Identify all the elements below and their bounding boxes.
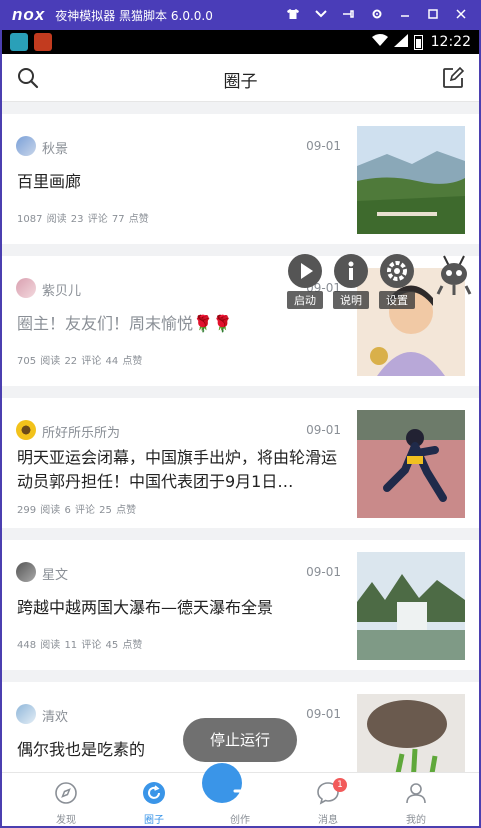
post-stats: 1087 阅读 23 评论 77 点赞 — [17, 214, 149, 225]
status-time: 12:22 — [430, 34, 471, 50]
battery-icon — [413, 34, 423, 50]
post-stats: 705 阅读 22 评论 44 点赞 — [17, 356, 143, 367]
tab-mine[interactable]: 我的 — [381, 773, 451, 826]
post-stats: 448 阅读 11 评论 45 点赞 — [17, 640, 143, 651]
help-label[interactable]: 说明 — [333, 291, 369, 309]
post-title[interactable]: 明天亚运会闭幕，中国旗手出炉，将由轮滑运动员郭丹担任！中国代表团于9月1日… — [17, 446, 347, 494]
minimize-icon[interactable] — [391, 8, 419, 23]
tab-label: 创作 — [230, 815, 250, 826]
post-author[interactable]: 星文 — [42, 564, 68, 583]
post-card[interactable]: 秋景 09-01 百里画廊 1087 阅读 23 评论 77 点赞 — [2, 114, 479, 244]
wifi-icon — [371, 34, 388, 50]
post-author[interactable]: 紫贝儿 — [42, 280, 81, 299]
emulator-logo: nox — [12, 5, 46, 24]
post-author[interactable]: 清欢 — [42, 706, 68, 725]
post-title[interactable]: 跨越中越两国大瀑布—德天瀑布全景 — [17, 596, 347, 620]
avatar[interactable] — [16, 562, 36, 582]
post-card[interactable]: 所好所乐所为 09-01 明天亚运会闭幕，中国旗手出炉，将由轮滑运动员郭丹担任！… — [2, 398, 479, 528]
message-count-badge: 1 — [333, 778, 347, 792]
post-title[interactable]: 圈主！友友们！周末愉悦🌹🌹 — [17, 312, 347, 336]
avatar[interactable] — [16, 136, 36, 156]
emulator-title: 夜神模拟器 黑猫脚本 6.0.0.0 — [55, 8, 213, 23]
avatar[interactable] — [16, 420, 36, 440]
pin-icon[interactable] — [335, 8, 363, 23]
post-author[interactable]: 秋景 — [42, 138, 68, 157]
edit-icon[interactable] — [441, 66, 465, 90]
chevron-down-icon[interactable] — [307, 8, 335, 22]
tab-label: 圈子 — [144, 815, 164, 826]
gear-icon[interactable] — [363, 8, 391, 23]
stop-running-button[interactable]: 停止运行 — [183, 718, 297, 762]
signal-icon — [393, 34, 408, 50]
post-card[interactable]: 星文 09-01 跨越中越两国大瀑布—德天瀑布全景 448 阅读 11 评论 4… — [2, 540, 479, 670]
app-notification-icon — [34, 33, 52, 51]
post-author[interactable]: 所好所乐所为 — [42, 422, 120, 441]
ant-icon[interactable] — [434, 254, 474, 296]
post-date: 09-01 — [306, 423, 341, 437]
post-date: 09-01 — [306, 707, 341, 721]
tab-discover[interactable]: 发现 — [31, 773, 101, 826]
start-label[interactable]: 启动 — [287, 291, 323, 309]
post-stats: 299 阅读 6 评论 25 点赞 — [17, 505, 137, 516]
post-date: 09-01 — [306, 139, 341, 153]
info-icon[interactable] — [334, 254, 368, 288]
app-notification-icon — [10, 33, 28, 51]
emulator-title-bar: nox 夜神模拟器 黑猫脚本 6.0.0.0 — [0, 0, 481, 30]
tab-create[interactable]: 创作 — [202, 763, 275, 826]
tab-circle[interactable]: 圈子 — [119, 773, 189, 826]
emulator-controls — [279, 0, 475, 30]
post-thumbnail[interactable] — [357, 552, 465, 660]
play-icon[interactable] — [288, 254, 322, 288]
status-bar: 12:22 — [2, 30, 479, 54]
avatar[interactable] — [16, 278, 36, 298]
app-header: 圈子 — [2, 54, 479, 102]
post-thumbnail[interactable] — [357, 410, 465, 518]
post-title[interactable]: 偶尔我也是吃素的 — [17, 738, 347, 762]
circle-icon — [143, 782, 165, 804]
page-title: 圈子 — [223, 72, 258, 92]
compass-icon — [55, 782, 77, 804]
tab-label: 发现 — [56, 815, 76, 826]
avatar[interactable] — [16, 704, 36, 724]
bottom-tab-bar: 发现 圈子 创作 1 消息 我的 — [2, 763, 479, 826]
plus-icon — [202, 763, 257, 803]
shirt-icon[interactable] — [279, 8, 307, 23]
close-icon[interactable] — [447, 8, 475, 23]
tab-label: 我的 — [406, 815, 426, 826]
gear-icon[interactable] — [380, 254, 414, 288]
tab-messages[interactable]: 1 消息 — [293, 773, 363, 826]
tab-label: 消息 — [318, 815, 338, 826]
post-thumbnail[interactable] — [357, 126, 465, 234]
post-date: 09-01 — [306, 565, 341, 579]
settings-label[interactable]: 设置 — [379, 291, 415, 309]
maximize-icon[interactable] — [419, 8, 447, 23]
user-icon — [406, 783, 426, 804]
post-title[interactable]: 百里画廊 — [17, 170, 347, 194]
device-screen: 12:22 圈子 秋景 09-01 百里画廊 1087 阅读 23 评论 77 … — [2, 30, 479, 826]
